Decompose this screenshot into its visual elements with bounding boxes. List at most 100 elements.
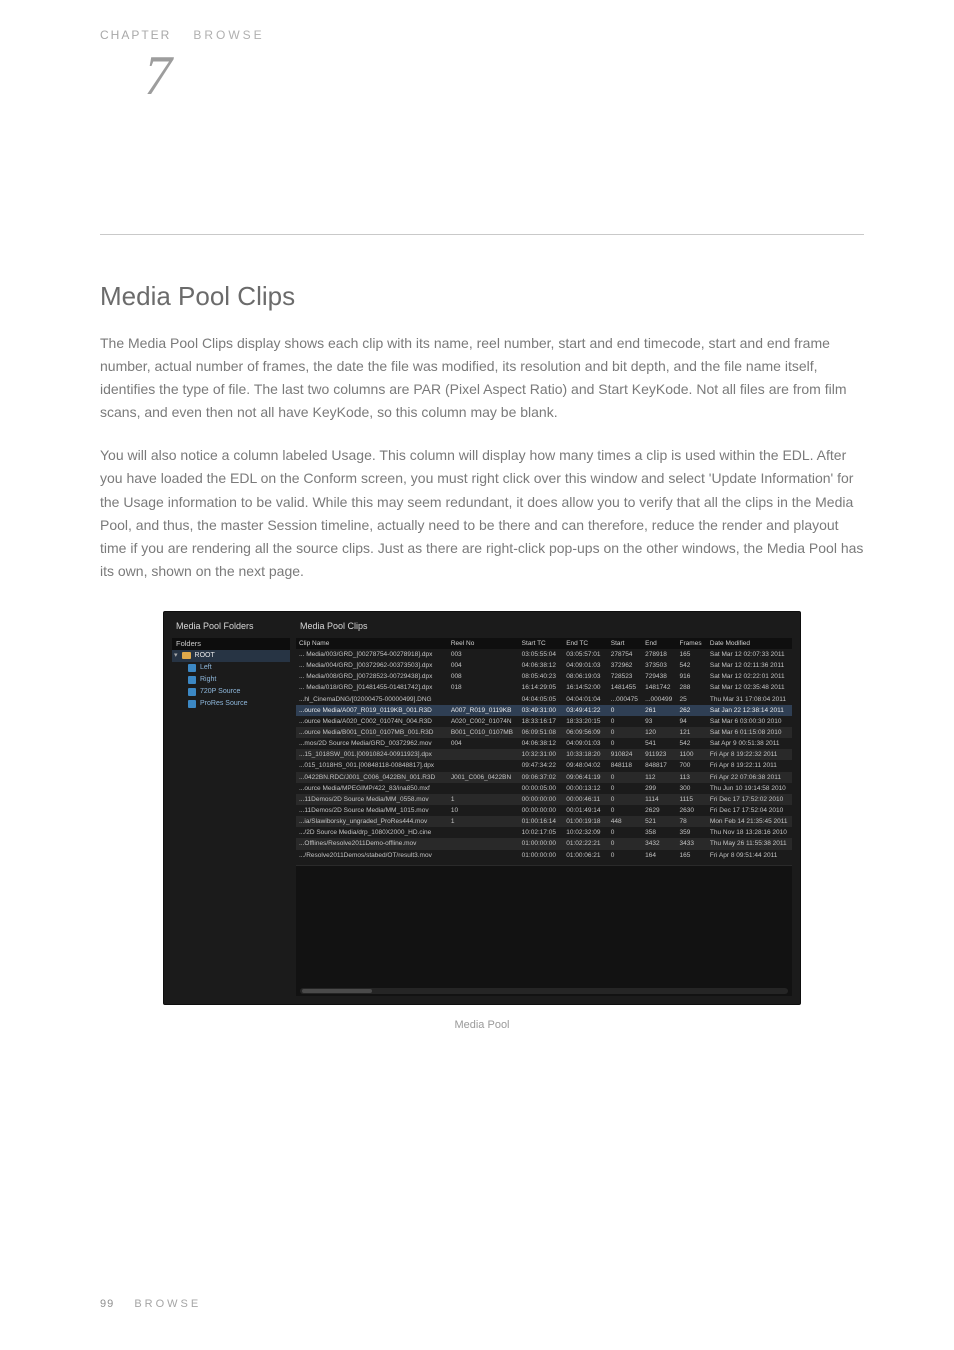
clips-table[interactable]: Clip NameReel NoStart TCEnd TCStartEndFr… [296, 638, 792, 861]
chapter-label: CHAPTER [100, 28, 171, 42]
table-row[interactable]: .../2D Source Media/drp_1080X2000_HD.cin… [296, 827, 792, 838]
folder-item[interactable]: Left [172, 662, 290, 674]
footer-section-label: BROWSE [134, 1298, 201, 1310]
table-row[interactable]: ... Media/004/GRD_[00372962-00373503].dp… [296, 660, 792, 671]
scrollbar-thumb[interactable] [302, 989, 372, 993]
column-header[interactable]: Reel No [448, 638, 519, 649]
document-page: CHAPTER BROWSE 7 Media Pool Clips The Me… [0, 0, 954, 1350]
table-row[interactable]: ...15_1018SW_001.[00910824-00911923].dpx… [296, 749, 792, 760]
embedded-screenshot: Media Pool Folders Folders ▾ ROOT LeftRi… [163, 611, 801, 1005]
cell: 0 [608, 827, 642, 838]
disclosure-triangle-icon[interactable]: ▾ [174, 652, 178, 660]
table-row[interactable]: ... Media/018/GRD_[01481455-01481742].dp… [296, 682, 792, 693]
cell: ...000475 [608, 694, 642, 705]
cell: 06:09:56:09 [563, 727, 608, 738]
table-row[interactable]: ...mos/2D Source Media/GRD_00372962.mov0… [296, 738, 792, 749]
cell: 848817 [642, 760, 676, 771]
cell: 01:00:06:21 [563, 850, 608, 861]
cell: 1114 [642, 794, 676, 805]
column-header[interactable]: End [642, 638, 676, 649]
cell: 018 [448, 682, 519, 693]
cell: ...ource Media/A020_C002_01074N_004.R3D [296, 716, 448, 727]
cell: 910824 [608, 749, 642, 760]
cell: 16:14:29:05 [519, 682, 564, 693]
column-header[interactable]: End TC [563, 638, 608, 649]
column-header[interactable]: Clip Name [296, 638, 448, 649]
cell: ...015_1018HS_001.[00848118-00848817].dp… [296, 760, 448, 771]
cell: 03:05:55:04 [519, 649, 564, 660]
cell: ...11Demos/2D Source Media/MM_1015.mov [296, 805, 448, 816]
cell: Fri Apr 8 09:51:44 2011 [707, 850, 792, 861]
folder-root[interactable]: ▾ ROOT [172, 650, 290, 662]
column-header[interactable]: Frames [677, 638, 707, 649]
horizontal-scrollbar[interactable] [300, 988, 788, 994]
folder-item[interactable]: Right [172, 674, 290, 686]
table-row[interactable]: ...ource Media/A020_C002_01074N_004.R3DA… [296, 716, 792, 727]
cell: 01:00:16:14 [519, 816, 564, 827]
page-number: 99 [100, 1298, 114, 1310]
cell: Thu Mar 31 17:08:04 2011 [707, 694, 792, 705]
cell: 165 [677, 850, 707, 861]
table-row[interactable]: ...ource Media/A007_R019_0119KB_001.R3DA… [296, 705, 792, 716]
cell: 00:00:13:12 [563, 783, 608, 794]
table-row[interactable]: ...ource Media/MPEGIMP/422_83/ina850.mxf… [296, 783, 792, 794]
table-row[interactable]: ...015_1018HS_001.[00848118-00848817].dp… [296, 760, 792, 771]
cell: 521 [642, 816, 676, 827]
cell: 01:00:00:00 [519, 850, 564, 861]
cell: 18:33:20:15 [563, 716, 608, 727]
cell: 25 [677, 694, 707, 705]
folder-item[interactable]: ProRes Source [172, 698, 290, 710]
cell: 08:06:19:03 [563, 671, 608, 682]
table-row[interactable]: .../Resolve2011Demos/stabed/OT/result3.m… [296, 850, 792, 861]
bin-icon [188, 676, 196, 684]
cell: Sat Mar 6 03:00:30 2010 [707, 716, 792, 727]
table-row[interactable]: ...11Demos/2D Source Media/MM_0558.mov10… [296, 794, 792, 805]
cell: .../2D Source Media/drp_1080X2000_HD.cin… [296, 827, 448, 838]
cell: 09:48:04:02 [563, 760, 608, 771]
cell [448, 760, 519, 771]
cell: 04:06:38:12 [519, 738, 564, 749]
cell: 10 [448, 805, 519, 816]
folders-column-header: Folders [172, 638, 290, 650]
table-row[interactable]: ...ource Media/B001_C010_0107MB_001.R3DB… [296, 727, 792, 738]
cell: 372962 [608, 660, 642, 671]
cell: 004 [448, 660, 519, 671]
cell: ...ource Media/A007_R019_0119KB_001.R3D [296, 705, 448, 716]
cell: 1 [448, 816, 519, 827]
table-row[interactable]: ...Offlines/Resolve2011Demo-offline.mov0… [296, 838, 792, 849]
cell: 1481455 [608, 682, 642, 693]
cell: 78 [677, 816, 707, 827]
cell: B001_C010_0107MB [448, 727, 519, 738]
cell: 3433 [677, 838, 707, 849]
divider [100, 234, 864, 235]
column-header[interactable]: Date Modified [707, 638, 792, 649]
table-row[interactable]: ... Media/008/GRD_[00728523-00729438].dp… [296, 671, 792, 682]
folder-item[interactable]: 720P Source [172, 686, 290, 698]
chapter-row: CHAPTER BROWSE [100, 28, 864, 42]
bin-icon [188, 688, 196, 696]
cell: 542 [677, 738, 707, 749]
cell: 004 [448, 738, 519, 749]
cell: 18:33:16:17 [519, 716, 564, 727]
column-header[interactable]: Start TC [519, 638, 564, 649]
table-row[interactable]: ... Media/003/GRD_[00278754-00278918].dp… [296, 649, 792, 660]
cell: 261 [642, 705, 676, 716]
cell: 728523 [608, 671, 642, 682]
cell: 09:06:37:02 [519, 772, 564, 783]
cell: Sat Mar 12 02:11:36 2011 [707, 660, 792, 671]
cell [448, 749, 519, 760]
table-row[interactable]: ...11Demos/2D Source Media/MM_1015.mov10… [296, 805, 792, 816]
cell: 04:09:01:03 [563, 738, 608, 749]
column-header[interactable]: Start [608, 638, 642, 649]
cell: Sat Mar 12 02:07:33 2011 [707, 649, 792, 660]
cell: 121 [677, 727, 707, 738]
table-row[interactable]: ...ia/Slawiborsky_ungraded_ProRes444.mov… [296, 816, 792, 827]
cell: Sat Mar 6 01:15:08 2010 [707, 727, 792, 738]
cell: 1 [448, 794, 519, 805]
table-row[interactable]: ...0422BN.RDC/J001_C006_0422BN_001.R3DJ0… [296, 772, 792, 783]
cell: 3432 [642, 838, 676, 849]
folder-label: ProRes Source [200, 700, 247, 708]
empty-space [296, 865, 792, 996]
cell: 10:02:32:09 [563, 827, 608, 838]
table-row[interactable]: ...hl_CinemaDNG/[02000475-00000499].DNG0… [296, 694, 792, 705]
